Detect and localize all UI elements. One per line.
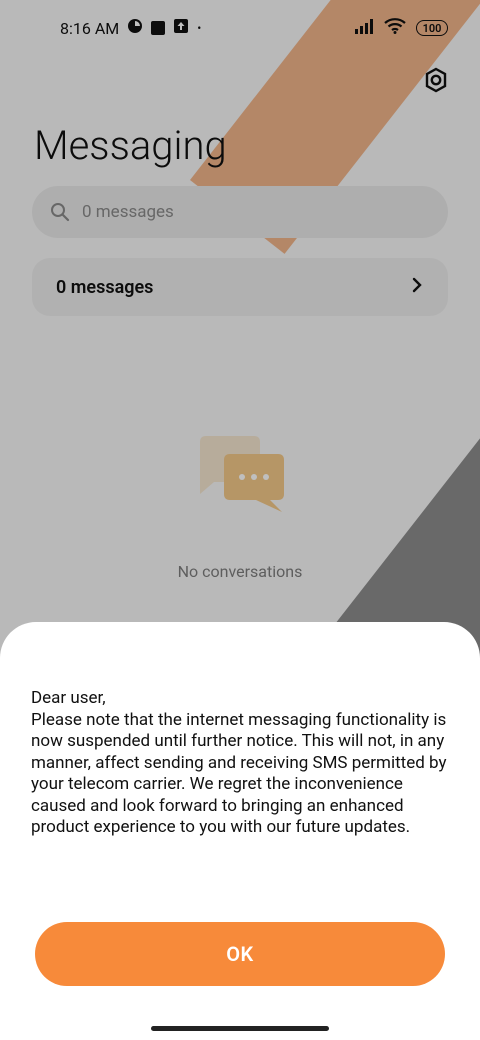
home-indicator[interactable] [151, 1026, 329, 1031]
notice-dialog: Dear user, Please note that the internet… [0, 622, 480, 1040]
notice-message: Dear user, Please note that the internet… [31, 688, 447, 837]
ok-button[interactable]: OK [35, 922, 445, 986]
